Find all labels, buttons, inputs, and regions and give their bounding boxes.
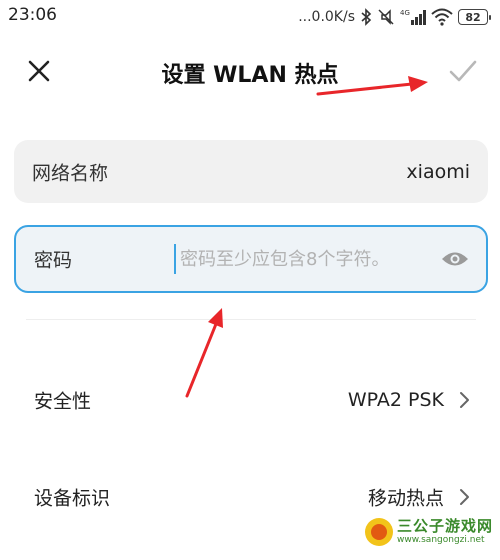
checkmark-icon	[449, 60, 477, 82]
password-input[interactable]	[174, 244, 429, 274]
eye-icon	[442, 252, 468, 266]
svg-text:4G: 4G	[400, 9, 410, 17]
watermark-logo	[365, 518, 393, 546]
battery-level: 82	[465, 10, 481, 24]
network-name-label: 网络名称	[32, 162, 109, 184]
network-name-field[interactable]: 网络名称 xiaomi	[14, 140, 488, 203]
watermark-url: www.sangongzi.net	[397, 535, 485, 545]
status-bar: 23:06 ...0.0K/s 4G 82	[0, 0, 500, 34]
show-password-toggle[interactable]	[440, 248, 470, 270]
watermark-name: 三公子游戏网	[397, 517, 494, 535]
watermark: 三公子游戏网 www.sangongzi.net	[365, 518, 493, 546]
battery-icon: 82	[458, 9, 491, 25]
wifi-icon	[431, 8, 453, 26]
chevron-right-icon	[460, 489, 469, 505]
password-label: 密码	[34, 249, 73, 272]
status-time: 23:06	[8, 5, 57, 25]
section-divider	[26, 319, 476, 320]
title-bar: 设置 WLAN 热点	[0, 40, 500, 104]
security-label: 安全性	[34, 390, 92, 413]
network-name-value[interactable]: xiaomi	[406, 161, 470, 183]
cellular-signal-icon: 4G	[400, 9, 426, 25]
device-identifier-value: 移动热点	[367, 487, 444, 510]
network-speed: ...0.0K/s	[298, 9, 355, 25]
security-row[interactable]: 安全性 WPA2 PSK	[0, 370, 500, 430]
bluetooth-icon	[361, 8, 372, 26]
chevron-right-icon	[460, 392, 469, 408]
page-title: 设置 WLAN 热点	[161, 63, 339, 88]
mute-icon	[378, 9, 394, 25]
watermark-text: 三公子游戏网 www.sangongzi.net	[397, 519, 493, 545]
device-identifier-label: 设备标识	[34, 487, 111, 510]
status-icons: ...0.0K/s 4G 82	[298, 6, 491, 28]
confirm-button[interactable]	[444, 54, 482, 88]
security-value: WPA2 PSK	[347, 389, 444, 411]
password-field[interactable]: 密码	[14, 225, 488, 293]
